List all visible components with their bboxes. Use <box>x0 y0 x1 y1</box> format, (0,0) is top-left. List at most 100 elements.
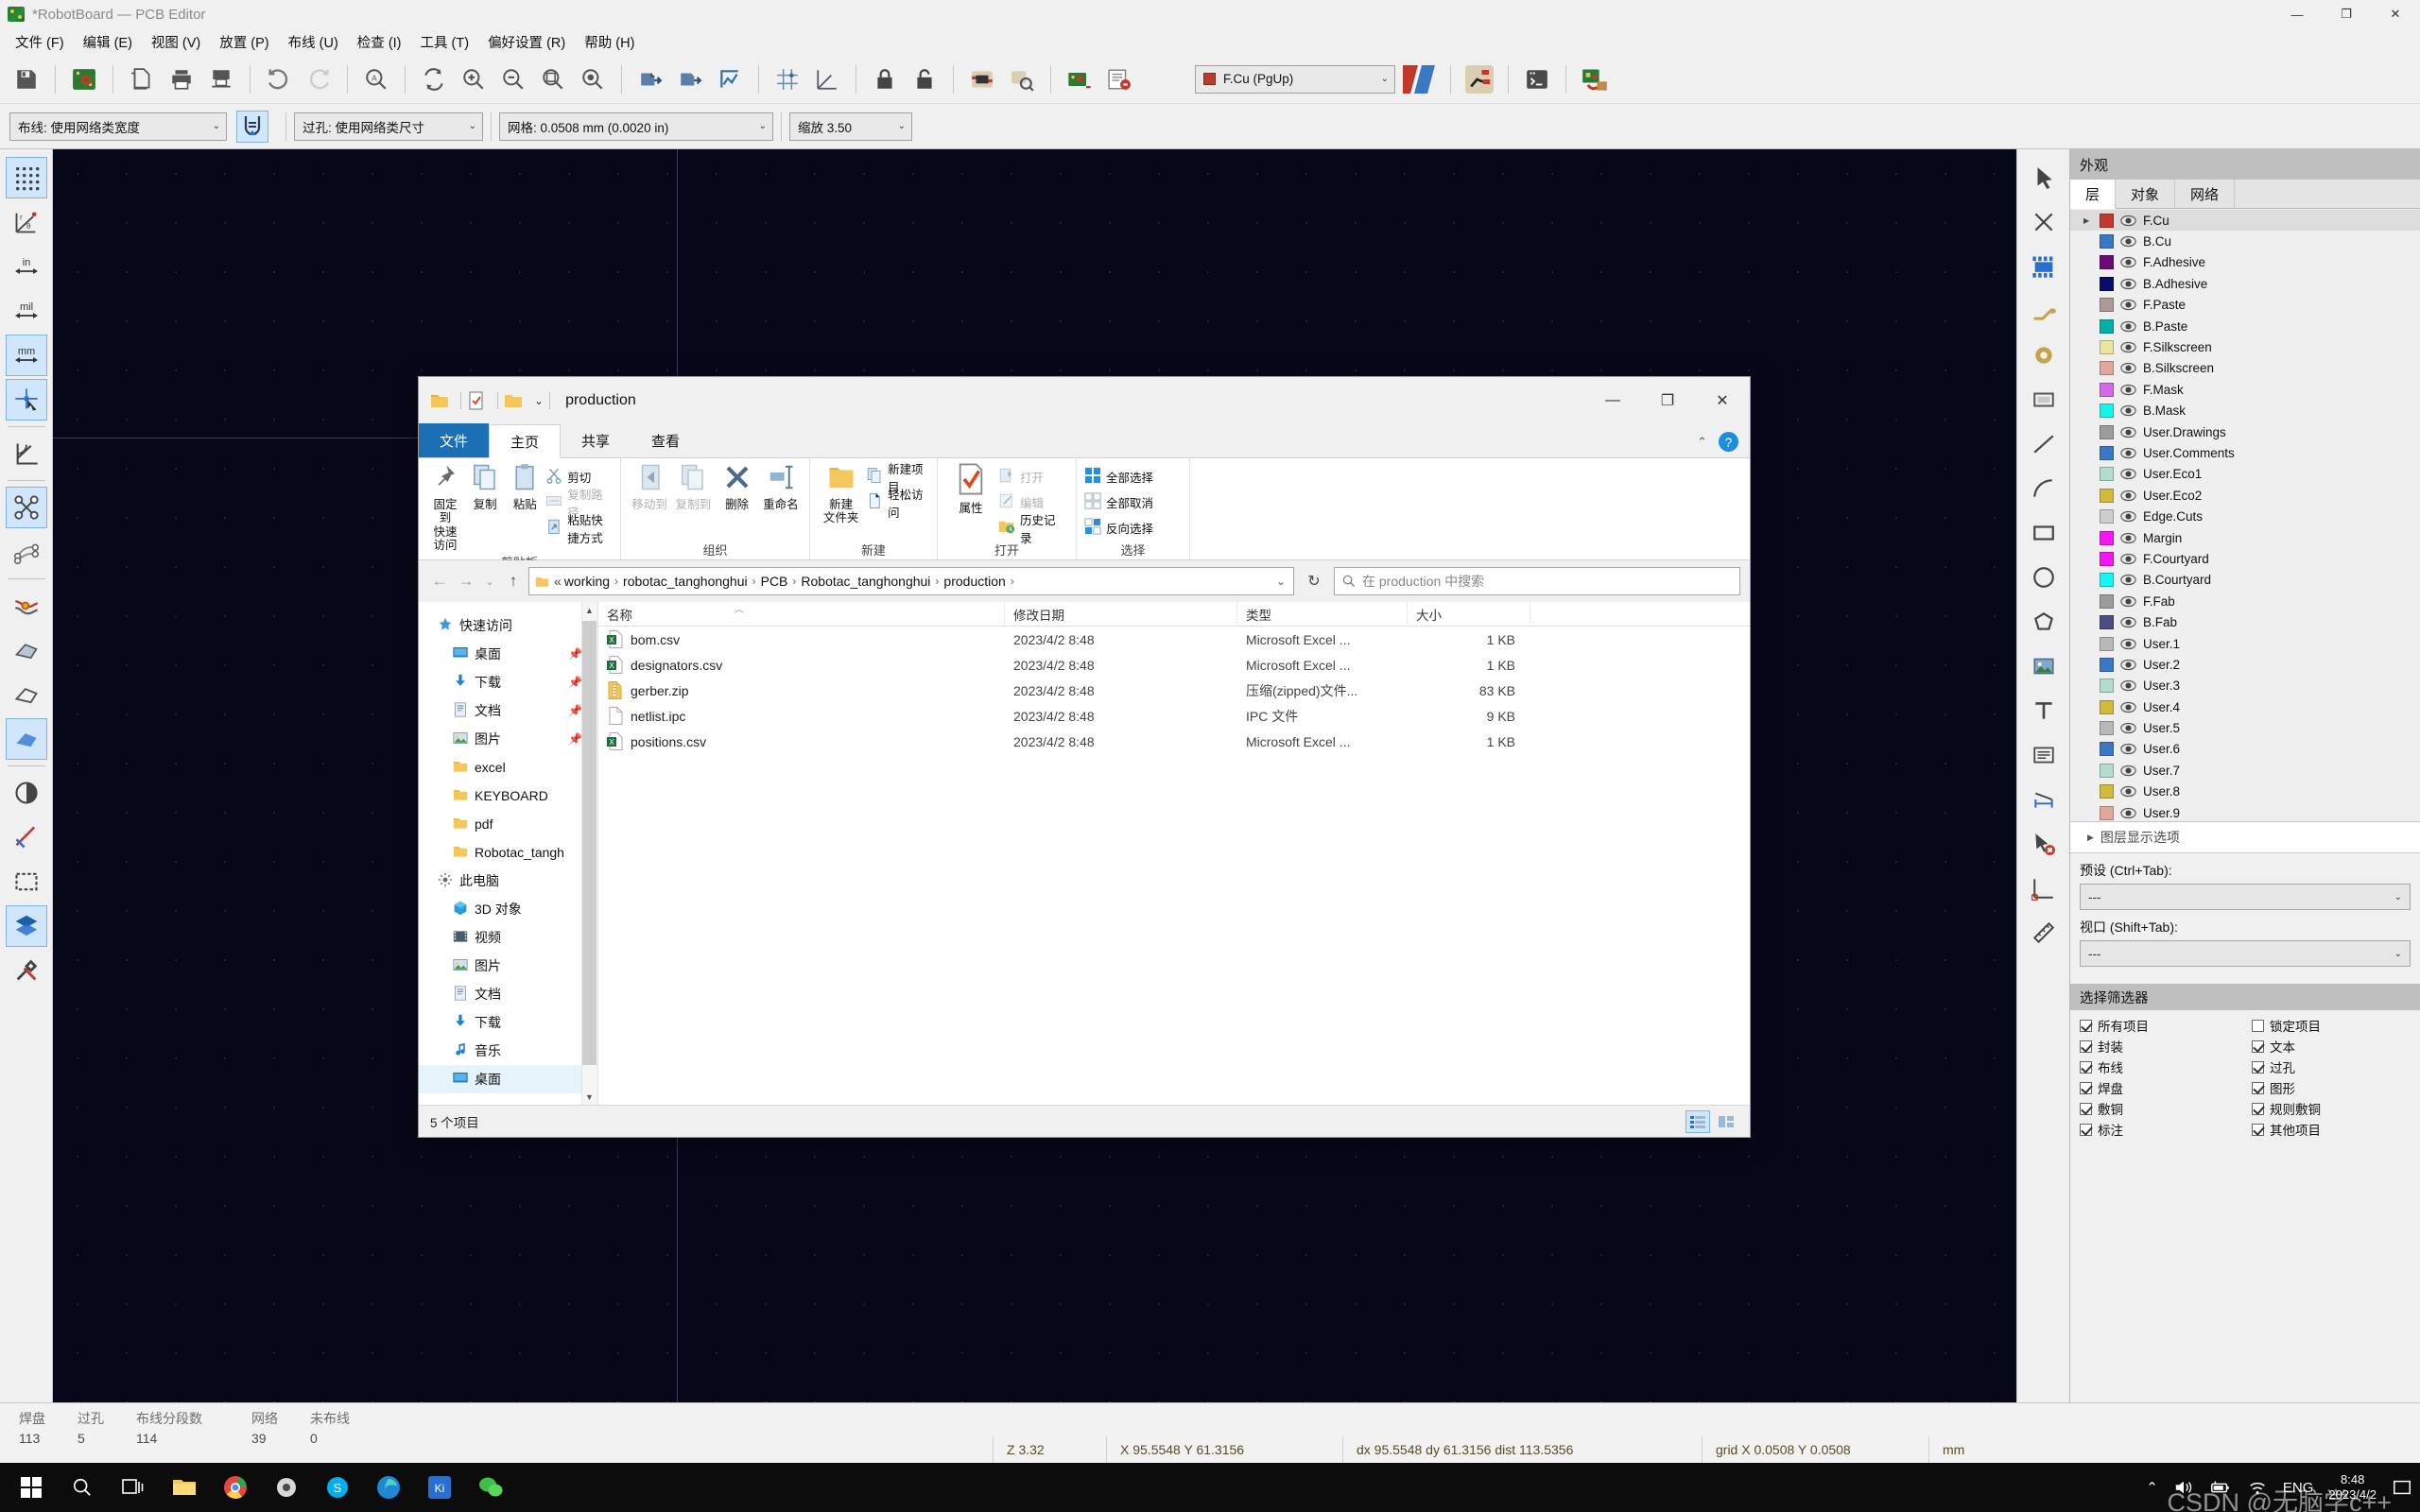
checkbox[interactable] <box>2080 1123 2092 1136</box>
nav-item-1-3[interactable]: 文档 <box>419 980 597 1008</box>
nav-scroll-up-icon[interactable]: ▲ <box>582 602 596 618</box>
layer-color-swatch[interactable] <box>2100 255 2114 270</box>
menu-item-2[interactable]: 视图 (V) <box>142 28 210 56</box>
local-ratsnest-icon[interactable] <box>2023 201 2065 243</box>
layer-color-swatch[interactable] <box>2100 298 2114 313</box>
layer-color-swatch[interactable] <box>2100 551 2114 566</box>
layer-row[interactable]: User.2 <box>2070 654 2420 675</box>
breadcrumb-1[interactable]: robotac_tanghonghui <box>623 574 748 589</box>
layer-row[interactable]: Margin <box>2070 527 2420 548</box>
sketch-graphics-icon[interactable] <box>6 861 47 902</box>
explorer-tab-3[interactable]: 查看 <box>631 423 700 457</box>
layer-visibility-icon[interactable] <box>2120 553 2136 565</box>
layer-color-swatch[interactable] <box>2100 657 2114 672</box>
large-icons-view-button[interactable] <box>1714 1110 1738 1133</box>
task-view-icon[interactable] <box>108 1463 159 1512</box>
ratsnest-toggle-icon[interactable] <box>5 487 47 528</box>
checkbox[interactable] <box>2080 1102 2092 1115</box>
refresh-button[interactable]: ↻ <box>1298 568 1330 594</box>
explorer-close-button[interactable]: ✕ <box>1695 377 1750 424</box>
invert-selection-button[interactable]: 反向选择 <box>1084 516 1157 540</box>
toggle-grid-icon[interactable] <box>5 157 47 198</box>
place-image-icon[interactable] <box>2023 645 2065 687</box>
filter-0[interactable]: 所有项目 <box>2080 1016 2248 1035</box>
layer-visibility-icon[interactable] <box>2120 616 2136 628</box>
forward-button[interactable]: → <box>455 568 477 594</box>
layer-visibility-icon[interactable] <box>2120 638 2136 650</box>
layer-row[interactable]: User.4 <box>2070 696 2420 717</box>
filter-3[interactable]: 文本 <box>2252 1037 2420 1056</box>
net-inspector-icon[interactable] <box>711 60 749 98</box>
up-button[interactable]: ↑ <box>502 568 525 594</box>
zoom-out-icon[interactable] <box>494 60 532 98</box>
layer-color-swatch[interactable] <box>2100 467 2114 482</box>
add-zone-icon[interactable] <box>2023 379 2065 421</box>
layer-expand-icon[interactable]: ▶ <box>2083 216 2093 225</box>
menu-item-5[interactable]: 检查 (I) <box>348 28 411 56</box>
explorer-tab-0[interactable]: 文件 <box>419 423 490 457</box>
filter-4[interactable]: 布线 <box>2080 1057 2248 1076</box>
print-icon[interactable] <box>163 60 200 98</box>
layer-visibility-icon[interactable] <box>2120 278 2136 290</box>
layer-row[interactable]: User.Comments <box>2070 442 2420 463</box>
active-layer-select[interactable]: F.Cu (PgUp) ⌄ <box>1195 64 1395 94</box>
zoom-select[interactable]: 缩放 3.50 ⌄ <box>789 112 912 141</box>
layer-color-swatch[interactable] <box>2100 742 2114 757</box>
pin-icon[interactable]: 📌 <box>568 704 582 717</box>
layer-visibility-icon[interactable] <box>2120 490 2136 502</box>
layer-row[interactable]: User.9 <box>2070 802 2420 821</box>
quick-access-dropdown-icon[interactable]: ⌄ <box>534 394 544 407</box>
layer-visibility-icon[interactable] <box>2120 384 2136 396</box>
layer-visibility-icon[interactable] <box>2120 807 2136 819</box>
file-row[interactable]: gerber.zip 2023/4/2 8:48 压缩(zipped)文件... 83… <box>598 678 1750 703</box>
filter-9[interactable]: 规则敷铜 <box>2252 1099 2420 1118</box>
skype-icon[interactable]: S <box>312 1463 363 1512</box>
chrome-icon[interactable] <box>210 1463 261 1512</box>
place-via-icon[interactable] <box>2023 335 2065 376</box>
pin-icon[interactable]: 📌 <box>568 676 582 689</box>
filter-7[interactable]: 图形 <box>2252 1078 2420 1097</box>
grid-select[interactable]: 网格: 0.0508 mm (0.0020 in) ⌄ <box>499 112 773 141</box>
layer-visibility-icon[interactable] <box>2120 722 2136 734</box>
zone-display-mode-icon[interactable] <box>5 718 47 760</box>
draw-polygon-icon[interactable] <box>2023 601 2065 643</box>
zoom-fit-icon[interactable] <box>534 60 572 98</box>
zone-display-outline-icon[interactable] <box>6 674 47 715</box>
wifi-icon[interactable] <box>2247 1478 2268 1497</box>
checkbox[interactable] <box>2080 1081 2092 1094</box>
layers-3d-icon[interactable] <box>5 905 47 947</box>
layer-row[interactable]: B.Silkscreen <box>2070 358 2420 379</box>
appearance-tab-1[interactable]: 对象 <box>2116 180 2176 208</box>
column-header-0[interactable]: 名称 <box>598 602 1005 627</box>
layer-visibility-icon[interactable] <box>2120 362 2136 374</box>
zone-display-filled-icon[interactable] <box>6 629 47 671</box>
layer-color-swatch[interactable] <box>2100 593 2114 609</box>
layer-row[interactable]: User.Drawings <box>2070 421 2420 442</box>
unlock-icon[interactable] <box>906 60 943 98</box>
viewport-select[interactable]: --- ⌄ <box>2080 940 2411 967</box>
show-ratsnest-icon[interactable] <box>6 433 47 474</box>
layer-color-swatch[interactable] <box>2100 573 2114 588</box>
add-textbox-icon[interactable] <box>2023 734 2065 776</box>
redo-icon[interactable] <box>300 60 337 98</box>
filter-1[interactable]: 锁定项目 <box>2252 1016 2420 1035</box>
layer-visibility-icon[interactable] <box>2120 765 2136 777</box>
open-button[interactable]: 打开 <box>998 465 1068 489</box>
file-list[interactable]: Xbom.csv 2023/4/2 8:48 Microsoft Excel ...… <box>598 627 1750 754</box>
search-icon[interactable] <box>57 1463 108 1512</box>
net-highlight-icon[interactable] <box>1461 60 1498 98</box>
delete-tool-icon[interactable] <box>2023 823 2065 865</box>
board-setup-icon[interactable] <box>65 60 103 98</box>
breadcrumb-4[interactable]: production <box>943 574 1005 589</box>
layer-color-swatch[interactable] <box>2100 424 2114 439</box>
checkbox[interactable] <box>2080 1040 2092 1053</box>
route-track-icon[interactable] <box>2023 290 2065 332</box>
menu-item-6[interactable]: 工具 (T) <box>411 28 479 56</box>
menu-item-3[interactable]: 放置 (P) <box>210 28 278 56</box>
layer-row[interactable]: B.Paste <box>2070 316 2420 336</box>
windows-start-icon[interactable] <box>6 1463 57 1512</box>
pin-icon[interactable]: 📌 <box>568 647 582 661</box>
address-bar[interactable]: « working › robotac_tanghonghui › PCB › Robota… <box>528 567 1294 595</box>
copy-to-button[interactable]: 复制到 <box>672 463 714 511</box>
checkbox[interactable] <box>2252 1040 2264 1053</box>
